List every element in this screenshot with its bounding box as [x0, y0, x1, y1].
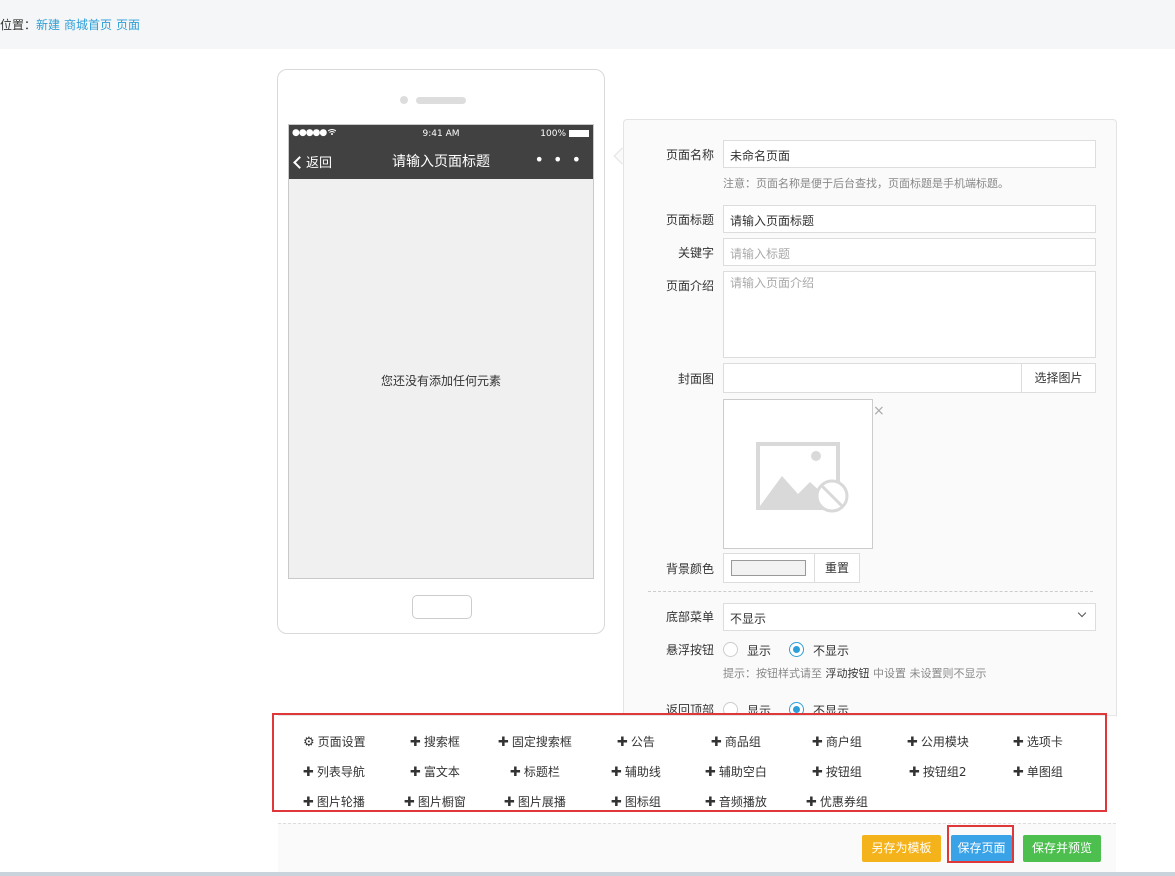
bg-color-label: 背景颜色 — [665, 562, 714, 576]
page-title-label: 页面标题 — [665, 213, 714, 227]
component-image-carousel[interactable]: ✚ 图片轮播 — [303, 793, 365, 810]
component-page-settings[interactable]: ⚙ 页面设置 — [303, 733, 366, 750]
breadcrumb-item-mall-home[interactable]: 商城首页 — [64, 18, 112, 32]
float-hide-label: 不显示 — [813, 644, 850, 658]
intro-label: 页面介绍 — [665, 279, 714, 293]
plus-icon: ✚ — [504, 795, 515, 810]
phone-speaker — [416, 97, 466, 104]
cover-url-input[interactable] — [723, 363, 1022, 393]
float-button-label: 悬浮按钮 — [665, 643, 714, 657]
breadcrumb-item-page[interactable]: 页面 — [116, 18, 140, 32]
page-name-hint: 注意：页面名称是便于后台查找，页面标题是手机端标题。 — [723, 177, 1009, 190]
component-icon-group[interactable]: ✚ 图标组 — [611, 793, 661, 810]
empty-message: 您还没有添加任何元素 — [380, 374, 501, 388]
component-image-showcase[interactable]: ✚ 图片展播 — [504, 793, 566, 810]
image-placeholder-icon — [756, 442, 849, 513]
breadcrumb-prefix: 位置： — [0, 18, 37, 32]
breadcrumb: 位置：新建 商城首页 页面 — [0, 16, 144, 33]
float-button-hint: 提示：按钮样式请至 浮动按钮 中设置 未设置则不显示 — [723, 667, 987, 680]
component-fixed-search[interactable]: ✚ 固定搜索框 — [498, 733, 572, 750]
component-search-box[interactable]: ✚ 搜索框 — [410, 733, 460, 750]
plus-icon: ✚ — [404, 795, 415, 810]
plus-icon: ✚ — [410, 735, 421, 750]
component-audio-player[interactable]: ✚ 音频播放 — [705, 793, 767, 810]
window-bottom-edge — [0, 872, 1175, 876]
float-button-link[interactable]: 浮动按钮 — [826, 667, 870, 680]
page-name-label: 页面名称 — [665, 148, 714, 162]
page-name-input[interactable]: 未命名页面 — [723, 140, 1096, 168]
component-guide-line[interactable]: ✚ 辅助线 — [611, 763, 661, 780]
color-swatch — [731, 560, 806, 576]
more-icon[interactable]: • • • — [535, 150, 583, 169]
component-title-bar[interactable]: ✚ 标题栏 — [510, 763, 560, 780]
plus-icon: ✚ — [611, 765, 622, 780]
plus-icon: ✚ — [611, 795, 622, 810]
plus-icon: ✚ — [303, 795, 314, 810]
keyword-label: 关键字 — [677, 246, 714, 260]
save-button-highlight — [947, 825, 1014, 863]
plus-icon: ✚ — [705, 765, 716, 780]
bottom-menu-label: 底部菜单 — [665, 610, 714, 624]
component-merchant-group[interactable]: ✚ 商户组 — [812, 733, 862, 750]
keyword-input[interactable]: 请输入标题 — [723, 238, 1096, 266]
gear-icon: ⚙ — [303, 735, 315, 750]
component-button-group[interactable]: ✚ 按钮组 — [812, 763, 862, 780]
component-rich-text[interactable]: ✚ 富文本 — [410, 763, 460, 780]
plus-icon: ✚ — [812, 735, 823, 750]
float-show-label: 显示 — [747, 644, 772, 658]
plus-icon: ✚ — [510, 765, 521, 780]
bottom-menu-select[interactable]: 不显示 — [723, 603, 1096, 631]
page-title-input[interactable]: 请输入页面标题 — [723, 205, 1096, 233]
battery-indicator: 100% — [540, 129, 589, 139]
select-image-button[interactable]: 选择图片 — [1021, 363, 1096, 393]
breadcrumb-item-new[interactable]: 新建 — [36, 18, 60, 32]
plus-icon: ✚ — [1013, 765, 1024, 780]
plus-icon: ✚ — [711, 735, 722, 750]
cover-label: 封面图 — [677, 372, 714, 386]
plus-icon: ✚ — [806, 795, 817, 810]
float-show-radio[interactable] — [723, 642, 738, 657]
palette-highlight — [272, 713, 1107, 812]
chevron-down-icon — [1077, 608, 1087, 618]
top-bar: 位置：新建 商城首页 页面 — [0, 0, 1175, 49]
plus-icon: ✚ — [410, 765, 421, 780]
save-as-template-button[interactable]: 另存为模板 — [862, 835, 941, 862]
phone-home-button — [412, 595, 472, 619]
divider — [648, 591, 1093, 592]
component-coupon-group[interactable]: ✚ 优惠券组 — [806, 793, 868, 810]
plus-icon: ✚ — [1013, 735, 1024, 750]
plus-icon: ✚ — [909, 765, 920, 780]
component-tabs[interactable]: ✚ 选项卡 — [1013, 733, 1063, 750]
cover-image-preview — [723, 399, 873, 549]
component-list-nav[interactable]: ✚ 列表导航 — [303, 763, 365, 780]
plus-icon: ✚ — [907, 735, 918, 750]
reset-color-button[interactable]: 重置 — [814, 553, 860, 583]
bg-color-picker[interactable] — [723, 553, 815, 583]
status-bar: ●●●●● 9:41 AM 100% — [289, 125, 593, 143]
phone-screen: ●●●●● 9:41 AM 100% 返回 请输入页面标题 • • • 您还没有… — [288, 124, 594, 579]
component-notice[interactable]: ✚ 公告 — [617, 733, 655, 750]
phone-nav-bar: 返回 请输入页面标题 • • • — [289, 143, 593, 179]
battery-icon — [569, 130, 589, 137]
component-public-module[interactable]: ✚ 公用模块 — [907, 733, 969, 750]
component-product-group[interactable]: ✚ 商品组 — [711, 733, 761, 750]
plus-icon: ✚ — [303, 765, 314, 780]
component-single-image[interactable]: ✚ 单图组 — [1013, 763, 1063, 780]
plus-icon: ✚ — [705, 795, 716, 810]
component-image-window[interactable]: ✚ 图片橱窗 — [404, 793, 466, 810]
component-blank-space[interactable]: ✚ 辅助空白 — [705, 763, 767, 780]
float-hide-radio[interactable] — [789, 642, 804, 657]
plus-icon: ✚ — [812, 765, 823, 780]
plus-icon: ✚ — [617, 735, 628, 750]
save-and-preview-button[interactable]: 保存并预览 — [1023, 835, 1101, 862]
plus-icon: ✚ — [498, 735, 509, 750]
phone-preview: ●●●●● 9:41 AM 100% 返回 请输入页面标题 • • • 您还没有… — [277, 69, 605, 634]
close-icon[interactable]: × — [873, 403, 885, 419]
component-button-group-2[interactable]: ✚ 按钮组2 — [909, 763, 967, 780]
phone-camera — [400, 96, 408, 104]
intro-textarea[interactable]: 请输入页面介绍 — [723, 271, 1096, 358]
